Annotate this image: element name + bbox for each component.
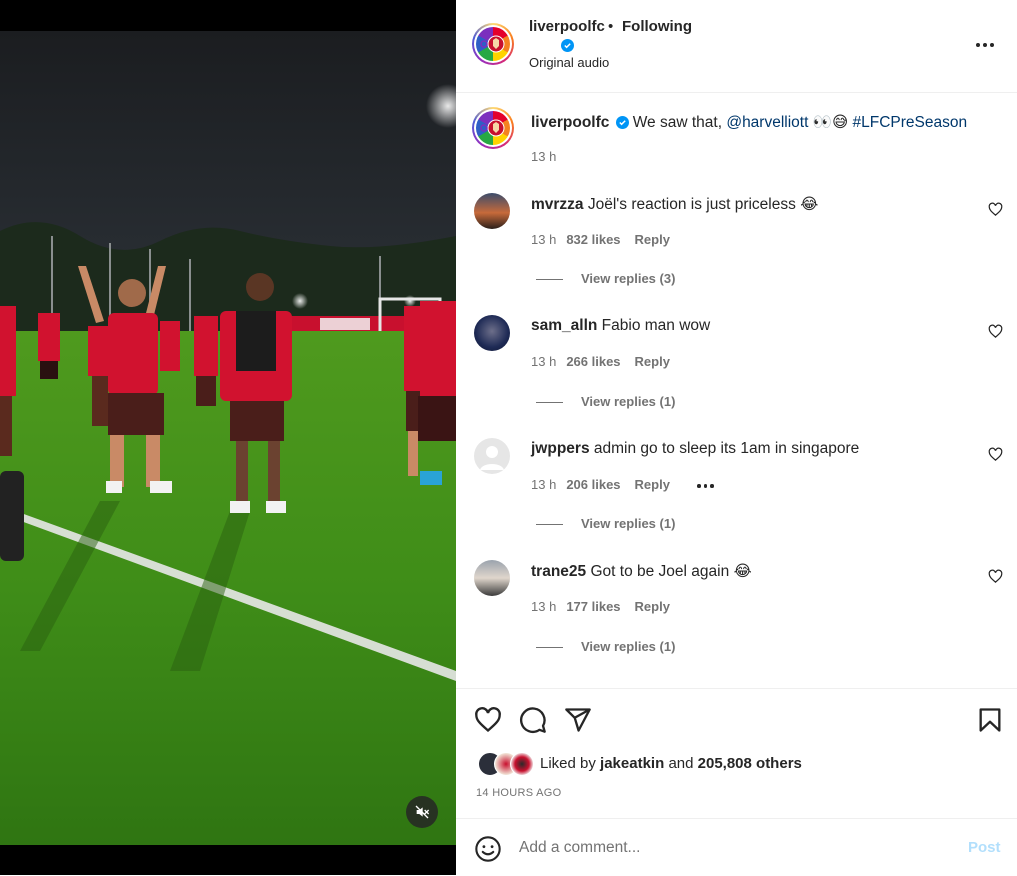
replies-divider bbox=[536, 402, 563, 403]
comment-likes[interactable]: 206 likes bbox=[566, 477, 620, 492]
verified-badge-icon bbox=[561, 39, 574, 52]
comment-input[interactable] bbox=[519, 835, 949, 861]
comment-time: 13 h bbox=[531, 477, 557, 492]
comment-likes[interactable]: 832 likes bbox=[566, 232, 620, 247]
comment-text: Got to be Joel again 😂 bbox=[590, 563, 752, 580]
comment-time: 13 h bbox=[531, 599, 557, 614]
caption-mention-link[interactable]: @harvelliott bbox=[726, 114, 808, 131]
more-options-button[interactable] bbox=[976, 36, 998, 54]
caption-author-avatar[interactable] bbox=[472, 107, 514, 149]
view-replies-label: View replies (1) bbox=[581, 516, 676, 531]
comment-username[interactable]: trane25 bbox=[531, 563, 586, 580]
comment-text-row: mvrzza Joël's reaction is just priceless… bbox=[531, 195, 818, 214]
following-button[interactable]: Following bbox=[622, 18, 692, 35]
caption-hashtag-link[interactable]: #LFCPreSeason bbox=[853, 114, 968, 131]
comment-text: admin go to sleep its 1am in singapore bbox=[593, 440, 860, 457]
replies-divider bbox=[536, 279, 563, 280]
comment-time: 13 h bbox=[531, 354, 557, 369]
original-audio-link[interactable]: Original audio bbox=[529, 55, 609, 70]
reply-button[interactable]: Reply bbox=[635, 477, 670, 492]
muted-speaker-icon bbox=[415, 805, 430, 819]
reply-button[interactable]: Reply bbox=[635, 599, 670, 614]
comment-like-heart-icon[interactable] bbox=[988, 202, 1003, 217]
view-replies-label: View replies (3) bbox=[581, 271, 676, 286]
more-horizontal-icon bbox=[697, 484, 701, 488]
comment-meta: 13 h 177 likes Reply bbox=[531, 599, 670, 614]
caption-username[interactable]: liverpoolfc bbox=[531, 114, 609, 131]
commenter-avatar[interactable] bbox=[474, 193, 510, 229]
liked-by-prefix: Liked by bbox=[540, 755, 596, 772]
comment-likes[interactable]: 177 likes bbox=[566, 599, 620, 614]
comment-likes[interactable]: 266 likes bbox=[566, 354, 620, 369]
liverpool-crest-icon bbox=[476, 111, 510, 145]
comment-meta: 13 h 832 likes Reply bbox=[531, 232, 670, 247]
video-frame bbox=[0, 31, 456, 845]
comments-list[interactable]: liverpoolfc We saw that, @harvelliott 👀😅… bbox=[456, 93, 1017, 688]
caption: liverpoolfc We saw that, @harvelliott 👀😅… bbox=[531, 113, 967, 132]
bookmark-icon[interactable] bbox=[976, 706, 1004, 734]
liked-by-conjunction: and bbox=[668, 755, 694, 772]
likes-count-link[interactable]: 205,808 others bbox=[698, 755, 802, 772]
comment-like-heart-icon[interactable] bbox=[988, 447, 1003, 462]
comment-username[interactable]: jwppers bbox=[531, 440, 590, 457]
post-comment-button[interactable]: Post bbox=[968, 839, 1001, 856]
caption-emojis: 👀😅 bbox=[812, 114, 849, 131]
author-username[interactable]: liverpoolfc bbox=[529, 18, 605, 35]
comment-text: Joël's reaction is just priceless 😂 bbox=[587, 196, 819, 213]
verified-badge-icon bbox=[615, 116, 629, 130]
emoji-icon[interactable] bbox=[474, 835, 502, 863]
comment-text-row: trane25 Got to be Joel again 😂 bbox=[531, 562, 752, 581]
comment-meta: 13 h 266 likes Reply bbox=[531, 354, 670, 369]
more-horizontal-icon bbox=[976, 43, 980, 47]
comment-like-heart-icon[interactable] bbox=[988, 324, 1003, 339]
liked-by-user-link[interactable]: jakeatkin bbox=[600, 755, 664, 772]
paper-plane-icon[interactable] bbox=[564, 706, 592, 734]
commenter-avatar[interactable] bbox=[474, 438, 510, 474]
comment-text: Fabio man wow bbox=[601, 317, 711, 334]
mute-toggle-button[interactable] bbox=[406, 796, 438, 828]
comment-like-heart-icon[interactable] bbox=[988, 569, 1003, 584]
post-detail-panel: liverpoolfc • Following Original audio l… bbox=[456, 0, 1017, 875]
heart-icon[interactable] bbox=[474, 706, 502, 734]
liked-by-avatars[interactable] bbox=[478, 752, 534, 776]
replies-divider bbox=[536, 524, 563, 525]
view-replies-label: View replies (1) bbox=[581, 394, 676, 409]
reply-button[interactable]: Reply bbox=[635, 354, 670, 369]
caption-text: We saw that, bbox=[632, 114, 727, 131]
comment-more-options-button[interactable] bbox=[697, 481, 717, 491]
view-replies-label: View replies (1) bbox=[581, 639, 676, 654]
post-actions: Liked by jakeatkin and 205,808 others 14… bbox=[456, 688, 1017, 819]
comment-username[interactable]: sam_alln bbox=[531, 317, 597, 334]
reply-button[interactable]: Reply bbox=[635, 232, 670, 247]
liverpool-crest-icon bbox=[476, 27, 510, 61]
liked-by-summary: Liked by jakeatkin and 205,808 others bbox=[540, 755, 802, 772]
liker-avatar bbox=[510, 752, 534, 776]
comment-text-row: jwppers admin go to sleep its 1am in sin… bbox=[531, 440, 859, 458]
commenter-avatar[interactable] bbox=[474, 315, 510, 351]
post-timestamp[interactable]: 14 HOURS AGO bbox=[476, 787, 562, 799]
comment-username[interactable]: mvrzza bbox=[531, 196, 584, 213]
video-player[interactable] bbox=[0, 31, 456, 845]
add-comment-bar: Post bbox=[456, 818, 1017, 876]
comment-text-row: sam_alln Fabio man wow bbox=[531, 317, 710, 335]
replies-divider bbox=[536, 647, 563, 648]
default-avatar-icon bbox=[480, 446, 504, 470]
media-panel bbox=[0, 0, 456, 875]
caption-timestamp: 13 h bbox=[531, 149, 557, 164]
comment-icon[interactable] bbox=[519, 706, 547, 734]
comment-meta: 13 h 206 likes Reply bbox=[531, 477, 670, 492]
comment-time: 13 h bbox=[531, 232, 557, 247]
commenter-avatar[interactable] bbox=[474, 560, 510, 596]
author-avatar[interactable] bbox=[472, 23, 514, 65]
post-header: liverpoolfc • Following Original audio bbox=[456, 0, 1017, 93]
header-separator: • bbox=[608, 18, 614, 35]
